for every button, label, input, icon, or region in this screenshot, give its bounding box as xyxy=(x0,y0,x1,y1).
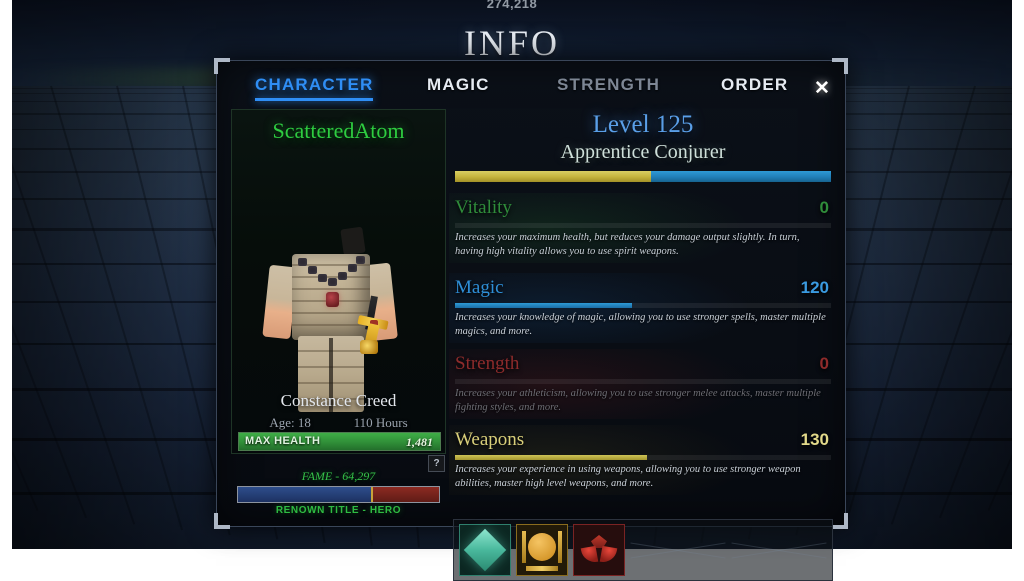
stat-description-strength: Increases your athleticism, allowing you… xyxy=(455,388,821,413)
tab-active-underline xyxy=(255,98,374,101)
stat-header: Magic 120 xyxy=(453,277,833,303)
stats-column: Level 125 Apprentice Conjurer Vitality 0… xyxy=(449,109,837,513)
max-health-bar: MAX HEALTH 1,481 xyxy=(238,432,441,451)
stat-bar-magic xyxy=(455,303,831,308)
xp-bar xyxy=(455,171,831,182)
fame-bar-remainder xyxy=(372,487,439,502)
stat-value-magic: 120 xyxy=(800,278,829,297)
stat-header: Vitality 0 xyxy=(453,197,833,223)
max-health-value: 1,481 xyxy=(406,435,433,449)
stat-bar-weapons xyxy=(455,455,831,460)
class-label: Apprentice Conjurer xyxy=(560,141,726,163)
page-title: INFO xyxy=(463,23,560,63)
teal-diamond-icon xyxy=(463,528,507,572)
corner-bracket-bottom-right xyxy=(832,513,848,529)
stat-bar-strength xyxy=(455,379,831,384)
hud-top-counter: 274,218 xyxy=(486,0,538,11)
game-screen: 274,218 INFO CHARACTER MAGIC STRENGTH OR… xyxy=(0,0,1024,581)
letterbox-left xyxy=(0,0,12,549)
corner-bracket-bottom-left xyxy=(214,513,230,529)
stat-row-weapons[interactable]: Weapons 130 Increases your experience in… xyxy=(449,425,837,495)
fame-bar xyxy=(237,486,440,503)
stat-name-vitality: Vitality xyxy=(455,197,512,218)
gold-weapon xyxy=(356,295,390,354)
fame-bar-fill xyxy=(238,487,371,502)
stat-value-weapons: 130 xyxy=(800,430,829,449)
equipment-slot-5-empty[interactable] xyxy=(731,524,827,576)
fame-section: ? FAME - 64,297 RENOWN TITLE - HERO xyxy=(231,455,446,516)
character-playtime: 110 Hours xyxy=(353,415,408,430)
stat-description-weapons: Increases your experience in using weapo… xyxy=(455,464,801,489)
stat-bar-fill xyxy=(455,455,647,460)
stat-row-strength[interactable]: Strength 0 Increases your athleticism, a… xyxy=(449,349,837,419)
stat-description-magic: Increases your knowledge of magic, allow… xyxy=(455,312,826,337)
necklace-gem xyxy=(325,292,339,307)
character-column: ScatteredAtom Constance Creed Age: 18 11… xyxy=(231,109,446,516)
avatar xyxy=(261,226,414,415)
equipment-slot-bar xyxy=(453,519,833,581)
stat-name-magic: Magic xyxy=(455,277,504,298)
tab-magic[interactable]: MAGIC xyxy=(427,75,490,95)
stat-name-weapons: Weapons xyxy=(455,429,525,450)
avatar-head xyxy=(339,226,366,256)
stat-row-vitality[interactable]: Vitality 0 Increases your maximum health… xyxy=(449,193,837,263)
tab-bar: CHARACTER MAGIC STRENGTH ORDER ✕ xyxy=(217,67,845,109)
tab-character[interactable]: CHARACTER xyxy=(255,75,374,101)
renown-title-label: RENOWN TITLE - HERO xyxy=(275,505,402,516)
stat-header: Weapons 130 xyxy=(453,429,833,455)
stat-value-vitality: 0 xyxy=(819,198,829,217)
stat-name-strength: Strength xyxy=(455,353,520,374)
necklace-accessory xyxy=(297,256,365,307)
xp-bar-fill xyxy=(455,171,651,182)
username-label: ScatteredAtom xyxy=(272,118,405,143)
equipment-slot-2[interactable] xyxy=(516,524,568,576)
red-mask-icon xyxy=(580,535,618,565)
equipment-slot-1[interactable] xyxy=(459,524,511,576)
stat-header: Strength 0 xyxy=(453,353,833,379)
close-icon[interactable]: ✕ xyxy=(809,75,835,101)
gold-shield-icon xyxy=(521,529,563,571)
level-label: Level 125 xyxy=(592,111,694,138)
max-health-label: MAX HEALTH xyxy=(245,435,321,447)
character-meta-row: Age: 18 110 Hours xyxy=(232,415,445,431)
stat-value-strength: 0 xyxy=(819,354,829,373)
xp-bar-remainder xyxy=(650,171,831,182)
info-panel: CHARACTER MAGIC STRENGTH ORDER ✕ Scatter… xyxy=(214,58,848,581)
stat-row-magic[interactable]: Magic 120 Increases your knowledge of ma… xyxy=(449,273,837,343)
tab-character-label: CHARACTER xyxy=(255,75,374,94)
stat-bar-fill xyxy=(455,303,632,308)
stat-bar-vitality xyxy=(455,223,831,228)
stat-description-vitality: Increases your maximum health, but reduc… xyxy=(455,232,800,257)
character-name: Constance Creed xyxy=(280,391,397,410)
letterbox-right xyxy=(1012,0,1024,549)
character-portrait-box: ScatteredAtom Constance Creed Age: 18 11… xyxy=(231,109,446,454)
character-age: Age: 18 xyxy=(269,415,311,430)
fame-label: FAME - 64,297 xyxy=(301,469,376,483)
tab-order[interactable]: ORDER xyxy=(721,75,788,95)
equipment-slot-3[interactable] xyxy=(573,524,625,576)
equipment-slot-4-empty[interactable] xyxy=(630,524,726,576)
tab-strength[interactable]: STRENGTH xyxy=(557,75,660,95)
